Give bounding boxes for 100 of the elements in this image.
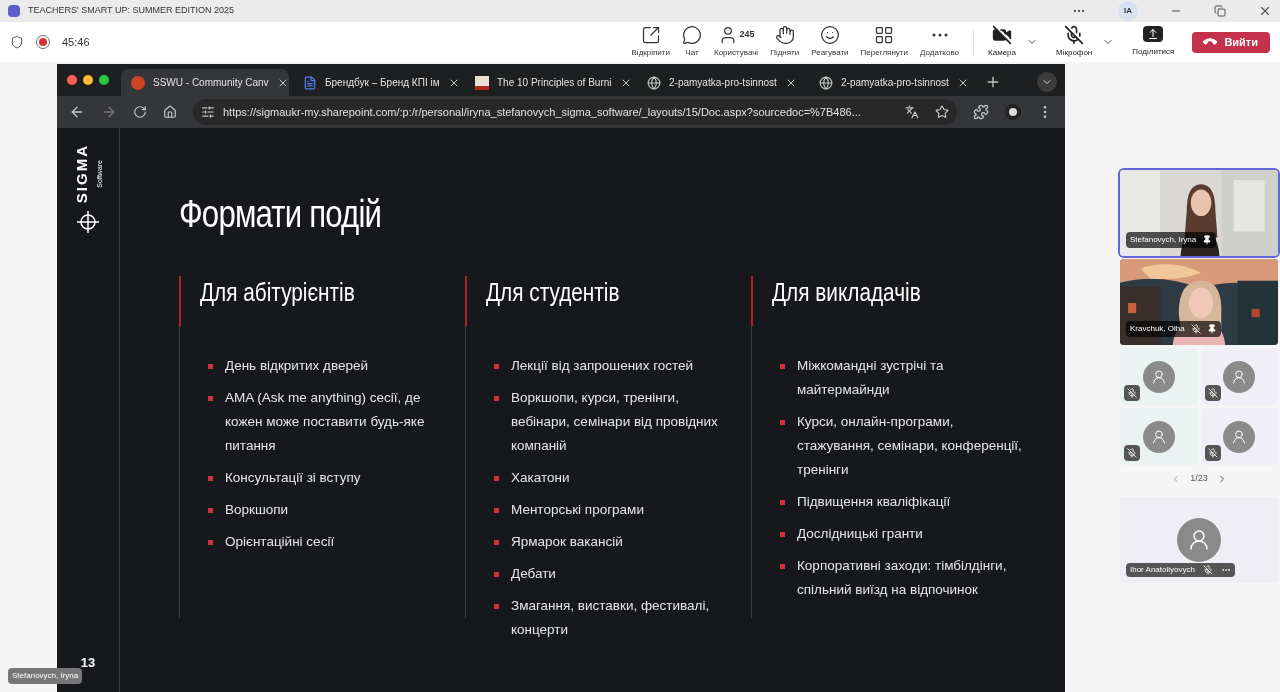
bullet-text: Воркшопи xyxy=(225,501,290,519)
bullet-icon xyxy=(208,540,213,545)
shield-icon xyxy=(10,35,24,49)
bullet-icon xyxy=(208,476,213,481)
bullet-text: Консультації зі вступу xyxy=(225,469,362,487)
bullet-text: День відкритих дверей xyxy=(225,357,370,375)
globe-icon xyxy=(647,75,661,90)
bullet-icon xyxy=(208,508,213,513)
browser-tab[interactable]: Брендбук – Бренд КПІ ім xyxy=(293,69,461,96)
bullet-icon xyxy=(780,420,785,425)
column-heading: Для абітурієнтів xyxy=(200,276,356,306)
pop-out-icon xyxy=(640,25,661,45)
bookmark-icon[interactable] xyxy=(935,105,949,119)
video-tile[interactable]: Stefanovych, Iryna xyxy=(1120,170,1278,256)
bullet-icon xyxy=(494,508,499,513)
forward-icon[interactable] xyxy=(101,104,117,120)
avatar-icon xyxy=(1177,518,1221,562)
bullet-icon xyxy=(494,604,499,609)
browser-tab[interactable]: 2-pamyatka-pro-tsinnost xyxy=(809,69,977,96)
microphone-off-icon xyxy=(1064,25,1085,45)
participant-tile[interactable] xyxy=(1120,348,1198,405)
app-logo-icon xyxy=(8,5,20,17)
toolbar-button[interactable]: Чат xyxy=(675,25,708,59)
bullet-icon xyxy=(494,396,499,401)
reload-icon[interactable] xyxy=(133,105,147,119)
name-tag: Ihor Anatoliyovych xyxy=(1126,563,1235,577)
address-bar[interactable]: https://sigmaukr-my.sharepoint.com/:p:/r/personal/iryna_stefanovych_sigma_software/_layouts/15/Doc.aspx?sourcedoc=%7B486... xyxy=(193,99,957,125)
toolbar-button[interactable]: Реагувати xyxy=(805,25,855,59)
more-icon xyxy=(931,33,948,37)
zoom-window-icon[interactable] xyxy=(99,75,109,85)
site-info-icon xyxy=(201,105,215,119)
toolbar-button[interactable]: Підняти xyxy=(764,25,806,59)
profile-avatar[interactable] xyxy=(1005,104,1021,120)
new-tab-icon[interactable] xyxy=(985,74,1001,90)
toolbar-button[interactable]: Додатково xyxy=(914,25,966,59)
page-indicator: 1/23 xyxy=(1190,472,1208,486)
bullet-text: Дослідницькі гранти xyxy=(797,525,924,543)
bullet-icon xyxy=(494,364,499,369)
column-heading: Для викладачів xyxy=(772,276,922,306)
bullet-text: Воркшопи, курси, тренінги, вебінари, семінари від провідних компаній xyxy=(511,389,719,455)
smile-icon xyxy=(819,25,840,45)
leave-button[interactable]: Вийти xyxy=(1192,31,1270,53)
browser-tab[interactable]: 2-pamyatka-pro-tsinnost xyxy=(637,69,805,96)
bullet-text: Змагання, виставки, фестивалі, концерти xyxy=(511,597,711,639)
slide-title: Формати подій xyxy=(179,192,383,236)
document-icon xyxy=(303,75,317,90)
bullet-text: Хакатони xyxy=(511,469,571,487)
thumbnail-icon xyxy=(475,75,489,90)
close-window-icon[interactable] xyxy=(67,75,77,85)
toolbar-button[interactable]: 245 Користувачі xyxy=(707,25,765,59)
meeting-timer: 45:46 xyxy=(62,34,90,50)
bullet-icon xyxy=(780,364,785,369)
video-tile[interactable]: Kravchuk, Olha xyxy=(1120,259,1278,345)
column-heading: Для студентів xyxy=(486,276,621,306)
tab-search-button[interactable] xyxy=(1037,72,1057,92)
toolbar-button[interactable]: Переглянути xyxy=(854,25,914,59)
bullet-text: Менторські програми xyxy=(511,501,645,519)
back-icon[interactable] xyxy=(69,104,85,120)
hand-icon xyxy=(774,25,795,45)
avatar-icon xyxy=(1142,360,1175,393)
bullet-icon xyxy=(208,364,213,369)
toolbar-button[interactable]: Відкріпити xyxy=(625,25,676,59)
presenter-name-tag: Stefanovych, Iryna xyxy=(8,668,83,684)
share-button[interactable]: Поділитися xyxy=(1126,26,1181,58)
avatar-icon xyxy=(1142,420,1175,453)
participant-tile[interactable] xyxy=(1120,408,1198,465)
bullet-text: Лекції від запрошених гостей xyxy=(511,357,695,375)
bullet-icon xyxy=(208,396,213,401)
grid-icon xyxy=(874,25,895,45)
bullet-text: Курси, онлайн-програми, стажування, семінари, конференції, тренінги xyxy=(797,413,1022,479)
restore-icon[interactable] xyxy=(1214,5,1226,17)
minimize-window-icon[interactable] xyxy=(83,75,93,85)
participant-tile[interactable] xyxy=(1200,408,1278,465)
bullet-icon xyxy=(494,476,499,481)
account-avatar[interactable]: IA xyxy=(1118,1,1138,21)
translate-icon[interactable] xyxy=(905,105,919,119)
bullet-text: Міжкомандні зустрічі та майтермайнди xyxy=(797,357,945,399)
avatar-icon xyxy=(1223,420,1256,453)
chat-icon xyxy=(681,25,702,45)
bullet-text: Дебати xyxy=(511,565,557,583)
extensions-icon[interactable] xyxy=(973,104,989,120)
microphone-button[interactable]: Мікрофон xyxy=(1050,25,1099,59)
bullet-text: Підвищення кваліфікації xyxy=(797,493,952,511)
participant-tile[interactable]: Ihor Anatoliyovych xyxy=(1120,497,1278,583)
close-icon[interactable] xyxy=(1258,4,1272,18)
bullet-text: AMA (Ask me anything) сесії, де кожен може поставити будь-яке питання xyxy=(225,389,426,455)
browser-tab[interactable]: SSWU - Community Canv xyxy=(121,69,289,96)
home-icon[interactable] xyxy=(163,105,177,119)
share-screen-icon xyxy=(1143,26,1164,42)
page-number: 13 xyxy=(80,653,96,672)
name-tag: Kravchuk, Olha xyxy=(1126,321,1221,337)
bullet-icon xyxy=(780,532,785,537)
bullet-icon xyxy=(494,540,499,545)
participant-tile[interactable] xyxy=(1200,348,1278,405)
slides-icon xyxy=(131,75,145,90)
browser-tab[interactable]: The 10 Principles of Burni xyxy=(465,69,633,96)
camera-button[interactable]: Камера xyxy=(982,25,1022,59)
bullet-icon xyxy=(494,572,499,577)
bullet-text: Корпоративні заходи: тімбілдінги, спільний виїзд на відпочинок xyxy=(797,557,1008,599)
camera-off-icon xyxy=(992,25,1012,45)
